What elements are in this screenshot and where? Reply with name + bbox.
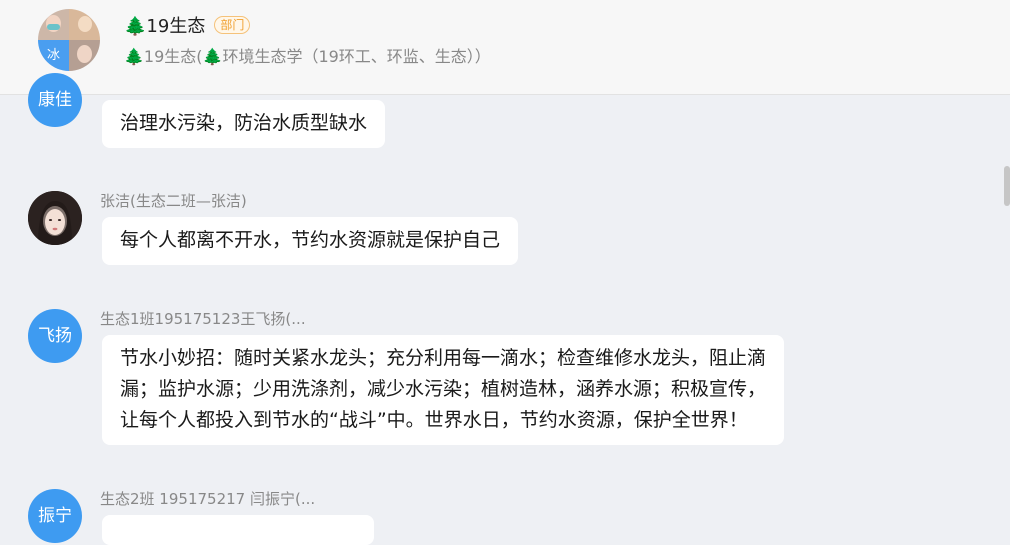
scrollbar-thumb[interactable] [1004,166,1010,206]
avatar[interactable]: 飞扬 [28,309,82,363]
chat-subtitle: 🌲19生态(🌲环境生态学（19环工、环监、生态）） [124,47,491,66]
member-avatar-4 [69,40,100,71]
department-badge: 部门 [214,16,251,34]
member-avatar-3: 冰 [38,40,69,71]
user-photo-icon [28,191,82,245]
message-line: 漏；监护水源；少用洗涤剂，减少水污染；植树造林，涵养水源；积极宣传， [120,378,767,400]
sender-name: 生态1班195175123王飞扬(... [100,310,306,328]
message-bubble[interactable]: 节水小妙招：随时关紧水龙头；充分利用每一滴水；检查维修水龙头，阻止滴 漏；监护水… [102,335,785,445]
group-avatar[interactable]: 冰 [38,9,100,71]
message-bubble[interactable]: 每个人都离不开水，节约水资源就是保护自己 [102,217,519,265]
sender-name: 张洁(生态二班—张洁) [100,192,247,210]
avatar[interactable]: 康佳 [28,73,82,127]
message-line: 节水小妙招：随时关紧水龙头；充分利用每一滴水；检查维修水龙头，阻止滴 [120,347,767,369]
title-row: 🌲19生态 部门 [124,12,251,38]
chat-header: 冰 🌲19生态 部门 🌲19生态(🌲环境生态学（19环工、环监、生态）） [0,0,1010,95]
member-avatar-2 [69,9,100,40]
chat-title[interactable]: 🌲19生态 [124,12,205,38]
avatar[interactable] [28,191,82,245]
message-bubble[interactable] [102,515,374,545]
member-avatar-1 [38,9,69,40]
sender-name: 生态2班 195175217 闫振宁(... [100,490,316,508]
avatar[interactable]: 振宁 [28,489,82,543]
message-bubble[interactable]: 治理水污染，防治水质型缺水 [102,100,386,148]
message-line: 让每个人都投入到节水的“战斗”中。世界水日，节约水资源，保护全世界！ [120,409,748,431]
